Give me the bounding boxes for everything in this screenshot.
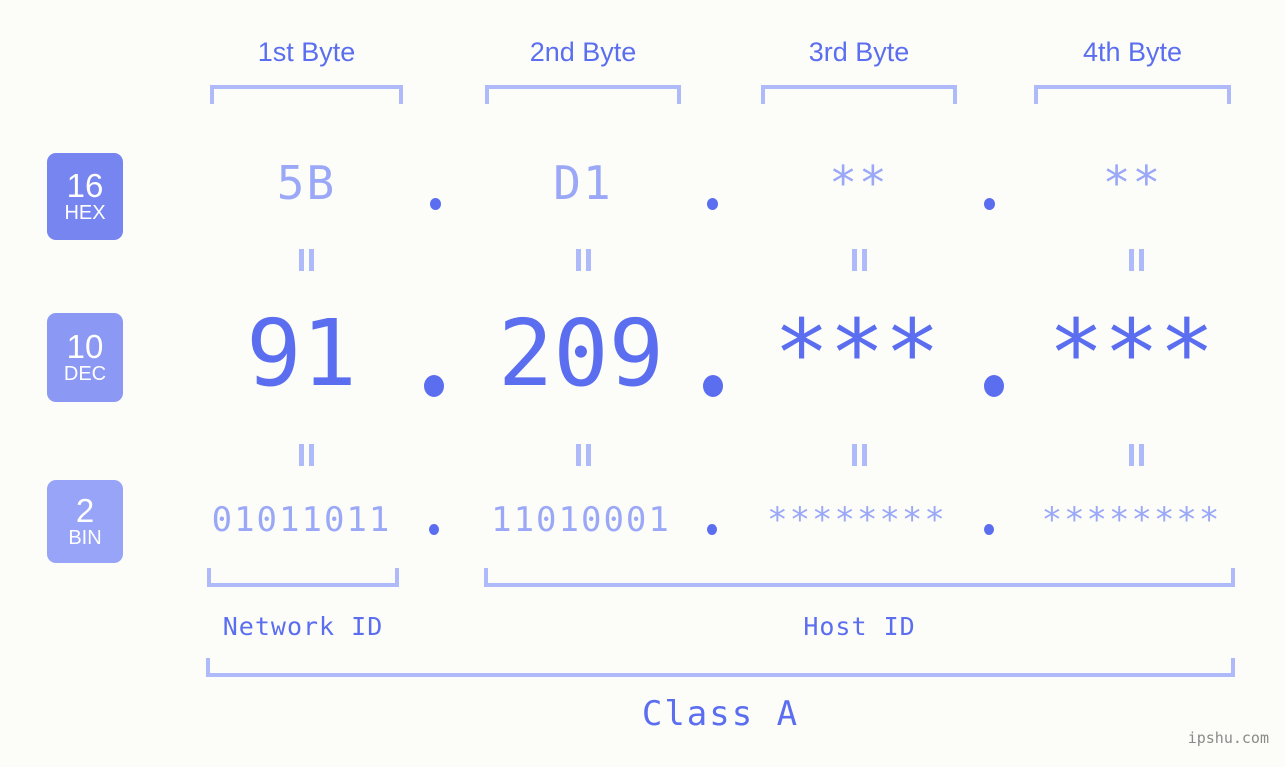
hex-byte-4-value: ** <box>1102 156 1163 210</box>
class-bracket <box>206 658 1235 677</box>
hex-separator-dot-3 <box>984 198 995 210</box>
ip-address-breakdown-diagram: 1st Byte 2nd Byte 3rd Byte 4th Byte 16 H… <box>0 0 1285 767</box>
byte-header-1: 1st Byte <box>257 37 356 67</box>
radix-badge-bin-label: BIN <box>68 527 102 549</box>
hex-separator-dot-2 <box>707 198 718 210</box>
bin-byte-1-value: 01011011 <box>211 500 392 540</box>
host-id-label: Host ID <box>803 612 916 641</box>
host-id-bracket <box>484 568 1235 587</box>
radix-badge-dec-label: DEC <box>63 363 107 385</box>
class-label: Class A <box>641 694 800 734</box>
dec-separator-dot-1 <box>424 375 444 397</box>
dec-byte-4-value: *** <box>1048 300 1215 407</box>
radix-badge-bin: 2 BIN <box>47 480 123 563</box>
radix-badge-dec-number: 10 <box>66 328 104 365</box>
dec-separator-dot-3 <box>984 375 1004 397</box>
equals-separator-dec-bin-2 <box>573 444 594 466</box>
equals-separator-hex-dec-4 <box>1126 249 1147 271</box>
byte-bracket-4 <box>1034 85 1231 104</box>
radix-badge-hex-number: 16 <box>66 167 104 204</box>
bin-byte-2-value: 11010001 <box>491 500 671 540</box>
radix-badge-hex: 16 HEX <box>47 153 123 240</box>
dec-separator-dot-2 <box>703 375 723 397</box>
radix-badge-bin-number: 2 <box>75 492 95 529</box>
network-id-bracket <box>207 568 399 587</box>
site-watermark: ipshu.com <box>1187 729 1269 747</box>
equals-separator-dec-bin-1 <box>296 444 317 466</box>
equals-separator-hex-dec-3 <box>849 249 870 271</box>
dec-byte-1-value: 91 <box>246 300 357 407</box>
byte-header-3: 3rd Byte <box>808 37 910 67</box>
radix-badge-dec: 10 DEC <box>47 313 123 402</box>
bin-byte-3-value: ******** <box>767 500 947 540</box>
network-id-label: Network ID <box>222 612 384 641</box>
byte-bracket-2 <box>485 85 681 104</box>
hex-byte-2-value: D1 <box>553 156 613 210</box>
bin-separator-dot-1 <box>429 524 439 535</box>
hex-separator-dot-1 <box>430 198 441 210</box>
dec-byte-3-value: *** <box>773 300 941 407</box>
byte-bracket-1 <box>210 85 403 104</box>
equals-separator-dec-bin-3 <box>849 444 870 466</box>
bin-separator-dot-2 <box>707 524 717 535</box>
byte-header-2: 2nd Byte <box>529 37 637 67</box>
equals-separator-hex-dec-2 <box>573 249 594 271</box>
equals-separator-hex-dec-1 <box>296 249 317 271</box>
hex-byte-1-value: 5B <box>276 156 337 210</box>
radix-badge-hex-label: HEX <box>64 202 106 224</box>
byte-header-4: 4th Byte <box>1082 37 1183 67</box>
bin-separator-dot-3 <box>984 524 994 535</box>
equals-separator-dec-bin-4 <box>1126 444 1147 466</box>
byte-bracket-3 <box>761 85 957 104</box>
bin-byte-4-value: ******** <box>1041 500 1222 540</box>
dec-byte-2-value: 209 <box>497 300 665 407</box>
hex-byte-3-value: ** <box>829 156 889 210</box>
